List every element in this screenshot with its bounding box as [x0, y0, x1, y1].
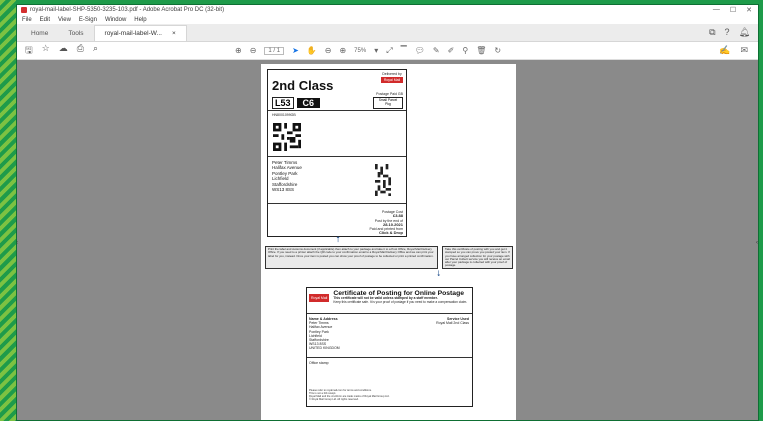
print-icon[interactable]: ⎙: [77, 43, 84, 59]
shipping-label: 2nd Class Delivered by Royal Mail Postag…: [267, 69, 407, 237]
divider: [307, 357, 472, 358]
minimize-button[interactable]: —: [713, 6, 720, 14]
fill-sign-icon[interactable]: ✍: [719, 45, 730, 56]
menu-bar: File Edit View E-Sign Window Help: [17, 15, 758, 24]
acrobat-app-icon: [21, 7, 27, 13]
rotate-icon[interactable]: ↻: [494, 46, 501, 55]
paid-via: Click & Drop: [378, 230, 403, 236]
help-icon[interactable]: ?: [725, 27, 730, 38]
menu-edit[interactable]: Edit: [40, 17, 50, 23]
parcel-size-value: Pkg: [385, 102, 391, 106]
royal-mail-logo: Royal Mail: [309, 294, 330, 302]
comment-icon[interactable]: 💬︎: [415, 46, 425, 55]
title-bar: royal-mail-label-SHP-5350-3235-103.pdf -…: [17, 5, 758, 15]
notifications-bell-icon[interactable]: 🔔︎: [739, 27, 750, 38]
certificate-header: Royal Mail Certificate of Posting for On…: [309, 290, 467, 304]
cloud-upload-icon[interactable]: ☁: [59, 43, 68, 59]
select-cursor-icon[interactable]: ➤: [292, 46, 299, 55]
save-icon[interactable]: 🖫: [25, 43, 33, 59]
email-icon[interactable]: ✉: [740, 45, 748, 56]
right-panel-toggle-icon[interactable]: ‹: [756, 240, 758, 246]
menu-esign[interactable]: E-Sign: [79, 17, 97, 23]
scroll-mode-icon[interactable]: ▔: [401, 46, 407, 55]
stamp-icon[interactable]: ⚲: [462, 46, 468, 55]
2d-barcode-image: [375, 164, 391, 196]
chevron-down-icon[interactable]: ▾: [374, 46, 378, 55]
toolbar: 🖫 ☆ ☁ ⎙ ⌕ ⊕ ⊖ 1 / 1 ➤ ✋ ⊖ ⊕ 75% ▾ ⤢ ▔ 💬︎…: [17, 42, 758, 60]
instructions-right: Take this certificate of posting with yo…: [442, 246, 513, 269]
tab-home[interactable]: Home: [21, 26, 58, 41]
sort-code-l53: L53: [272, 97, 294, 109]
postage-cost: £3.88: [392, 213, 403, 219]
fit-page-icon[interactable]: ⤢: [386, 46, 392, 56]
desktop-background-right: [759, 0, 763, 421]
share-icon[interactable]: ⧉: [709, 27, 715, 38]
tracking-number: HN8001099GB: [272, 113, 296, 117]
tab-document-label: royal-mail-label-W...: [104, 30, 162, 37]
address-line: WS13 8SS: [272, 187, 295, 193]
menu-window[interactable]: Window: [105, 17, 126, 23]
service-used: Royal Mail 2nd Class: [436, 321, 469, 326]
tab-close-icon[interactable]: ×: [172, 30, 176, 37]
bookmark-star-icon[interactable]: ☆: [42, 43, 50, 59]
service-class: 2nd Class: [272, 78, 334, 93]
search-icon[interactable]: ⌕: [93, 43, 98, 59]
divider: [268, 156, 406, 157]
acrobat-window: royal-mail-label-SHP-5350-3235-103.pdf -…: [16, 4, 759, 421]
page-number-input[interactable]: 1 / 1: [264, 46, 285, 55]
certificate-address: Name & Address Peter Timms Halifax Avenu…: [309, 317, 340, 351]
certificate-subtitle: This certificate will not be valid unles…: [333, 296, 468, 304]
recipient-address: Peter Timms Halifax Avenue Pontley Park …: [272, 160, 302, 192]
delivered-by-text: Delivered by: [382, 72, 402, 76]
instructions-left: Print the label and customs document (if…: [265, 246, 438, 269]
certificate-of-posting: Royal Mail Certificate of Posting for On…: [306, 287, 473, 407]
divider: [268, 203, 406, 204]
office-stamp-label: Office stamp: [309, 361, 329, 365]
page-total: / 1: [273, 47, 281, 54]
page-up-icon[interactable]: ⊕: [235, 46, 242, 55]
page-current: 1: [268, 47, 272, 54]
left-panel-toggle-icon[interactable]: ‹: [17, 240, 19, 246]
divider: [268, 110, 406, 111]
sort-code-c6: C6: [296, 98, 321, 108]
desktop-background-left: [0, 0, 16, 421]
address-line: UNITED KINGDOM: [309, 346, 340, 351]
zoom-level-dropdown[interactable]: 75%: [354, 48, 366, 54]
sort-codes: L53 C6: [272, 97, 321, 109]
qr-code-image: [273, 123, 301, 151]
certificate-footer: Please refer to royalmail.com for terms …: [309, 389, 389, 401]
certificate-service: Service Used Royal Mail 2nd Class: [436, 317, 469, 325]
page-down-icon[interactable]: ⊖: [250, 46, 257, 55]
arrow-down-icon: ⭣: [437, 269, 441, 278]
menu-help[interactable]: Help: [134, 17, 146, 23]
menu-view[interactable]: View: [58, 17, 71, 23]
draw-icon[interactable]: ✐: [448, 46, 455, 55]
zoom-out-icon[interactable]: ⊖: [325, 46, 332, 55]
certificate-note: Keep this certificate safe. It is your p…: [333, 299, 468, 304]
arrow-up-icon: ⭡: [336, 235, 340, 244]
hand-tool-icon[interactable]: ✋: [307, 46, 317, 55]
highlight-pen-icon[interactable]: ✎: [433, 46, 440, 55]
divider: [307, 313, 472, 314]
delivered-by-block: Delivered by Royal Mail: [381, 72, 403, 83]
royal-mail-logo: Royal Mail: [381, 77, 403, 83]
zoom-in-icon[interactable]: ⊕: [339, 46, 346, 55]
tab-document[interactable]: royal-mail-label-W... ×: [93, 25, 187, 41]
pdf-page: 2nd Class Delivered by Royal Mail Postag…: [261, 64, 516, 420]
post-by-date: 28.10.2021: [382, 221, 403, 227]
window-title: royal-mail-label-SHP-5350-3235-103.pdf -…: [30, 7, 225, 13]
menu-file[interactable]: File: [22, 17, 32, 23]
tab-tools[interactable]: Tools: [58, 26, 93, 41]
delete-icon[interactable]: 🗑︎: [476, 46, 486, 55]
postage-info: Postage Cost £3.88 Post by the end of 28…: [370, 210, 403, 236]
maximize-button[interactable]: ☐: [730, 6, 736, 14]
parcel-size-box: Small Parcel Pkg: [373, 97, 403, 109]
document-viewer[interactable]: ‹ ‹ 2nd Class Delivered by Royal Mail Po…: [17, 60, 758, 420]
footer-line: © Royal Mail Group Ltd. All rights reser…: [309, 398, 359, 402]
postage-paid-text: Postage Paid GB: [376, 92, 403, 96]
close-button[interactable]: ✕: [746, 6, 752, 14]
tab-bar: Home Tools royal-mail-label-W... × ⧉ ? 🔔…: [17, 24, 758, 42]
